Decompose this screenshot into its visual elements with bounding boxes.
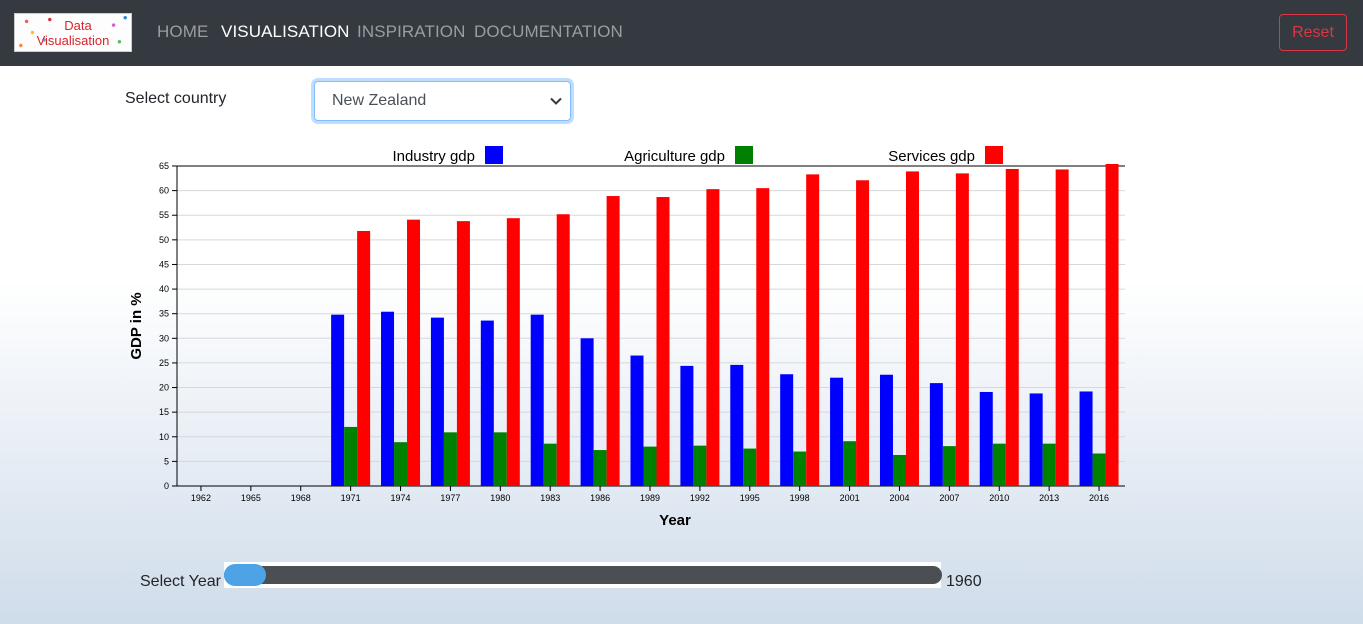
- year-slider-track[interactable]: [224, 566, 942, 584]
- bar-industry-gdp: [879, 374, 893, 486]
- bar-services-gdp: [806, 174, 820, 486]
- y-tick-label: 0: [164, 481, 169, 491]
- bar-services-gdp: [506, 218, 520, 486]
- x-tick-label: 1983: [540, 493, 560, 503]
- bar-industry-gdp: [730, 364, 744, 486]
- y-axis-label: GDP in %: [128, 292, 145, 359]
- y-tick-label: 45: [159, 259, 169, 269]
- y-tick-label: 65: [159, 161, 169, 171]
- bar-agriculture-gdp: [1042, 443, 1056, 486]
- legend-label: Industry gdp: [392, 148, 475, 165]
- bar-services-gdp: [1055, 169, 1069, 486]
- y-tick-label: 25: [159, 358, 169, 368]
- bar-services-gdp: [407, 219, 421, 486]
- y-tick-label: 30: [159, 333, 169, 343]
- bar-agriculture-gdp: [1092, 453, 1106, 486]
- bar-services-gdp: [955, 173, 969, 486]
- legend-label: Agriculture gdp: [624, 148, 725, 165]
- year-label: Select Year: [140, 573, 221, 590]
- bar-industry-gdp: [979, 391, 993, 486]
- year-slider-thumb[interactable]: [224, 564, 266, 586]
- bar-industry-gdp: [830, 377, 844, 486]
- x-tick-label: 1971: [341, 493, 361, 503]
- x-tick-label: 1986: [590, 493, 610, 503]
- bar-industry-gdp: [1029, 393, 1043, 486]
- x-tick-label: 2010: [989, 493, 1009, 503]
- bar-agriculture-gdp: [992, 443, 1006, 486]
- bar-services-gdp: [756, 188, 770, 486]
- bar-agriculture-gdp: [843, 441, 857, 486]
- year-value: 1960: [946, 573, 982, 590]
- x-tick-label: 1992: [690, 493, 710, 503]
- x-tick-label: 1968: [291, 493, 311, 503]
- bar-services-gdp: [856, 180, 870, 486]
- legend-swatch: [735, 146, 753, 164]
- y-tick-label: 35: [159, 309, 169, 319]
- bar-industry-gdp: [480, 320, 494, 486]
- x-tick-label: 2013: [1039, 493, 1059, 503]
- bar-agriculture-gdp: [643, 446, 657, 486]
- bar-services-gdp: [706, 189, 720, 486]
- legend-swatch: [985, 146, 1003, 164]
- bar-services-gdp: [357, 230, 371, 486]
- y-tick-label: 15: [159, 407, 169, 417]
- x-tick-label: 1980: [490, 493, 510, 503]
- y-tick-label: 55: [159, 210, 169, 220]
- bar-industry-gdp: [430, 317, 444, 486]
- bar-industry-gdp: [381, 311, 395, 486]
- x-tick-label: 1965: [241, 493, 261, 503]
- bar-agriculture-gdp: [743, 448, 757, 486]
- bar-agriculture-gdp: [344, 426, 358, 486]
- bar-industry-gdp: [1079, 391, 1093, 486]
- bar-agriculture-gdp: [942, 446, 956, 486]
- bar-agriculture-gdp: [793, 451, 807, 486]
- bar-industry-gdp: [780, 374, 794, 486]
- x-tick-label: 2004: [889, 493, 909, 503]
- legend-label: Services gdp: [888, 148, 975, 165]
- gdp-bar-chart: 0 5 10 15 20 25 30 35 40 45 50 55 60 65 1962 1965 1968 19…: [128, 146, 1125, 529]
- y-tick-label: 10: [159, 432, 169, 442]
- y-tick-label: 5: [164, 456, 169, 466]
- bar-agriculture-gdp: [543, 443, 557, 486]
- bar-services-gdp: [456, 221, 470, 486]
- bar-services-gdp: [1105, 164, 1119, 486]
- y-tick-label: 40: [159, 284, 169, 294]
- bar-services-gdp: [905, 171, 919, 486]
- bar-industry-gdp: [580, 338, 594, 486]
- x-axis-label: Year: [659, 512, 691, 529]
- bar-industry-gdp: [680, 365, 694, 486]
- x-tick-label: 2007: [939, 493, 959, 503]
- x-tick-label: 1974: [391, 493, 411, 503]
- x-tick-label: 2016: [1089, 493, 1109, 503]
- bar-services-gdp: [606, 196, 620, 486]
- x-tick-label: 2001: [840, 493, 860, 503]
- bar-services-gdp: [656, 197, 670, 486]
- bar-agriculture-gdp: [394, 442, 408, 486]
- bar-services-gdp: [556, 214, 570, 486]
- bar-agriculture-gdp: [443, 432, 457, 486]
- bar-agriculture-gdp: [493, 432, 507, 486]
- legend-swatch: [485, 146, 503, 164]
- x-tick-label: 1977: [440, 493, 460, 503]
- y-tick-label: 50: [159, 235, 169, 245]
- x-tick-label: 1989: [640, 493, 660, 503]
- x-tick-label: 1998: [790, 493, 810, 503]
- x-tick-label: 1962: [191, 493, 211, 503]
- bar-industry-gdp: [331, 314, 345, 486]
- bar-agriculture-gdp: [892, 454, 906, 486]
- bar-agriculture-gdp: [593, 450, 607, 486]
- bar-industry-gdp: [929, 383, 943, 486]
- bar-industry-gdp: [630, 355, 644, 486]
- bar-agriculture-gdp: [693, 445, 707, 486]
- y-tick-label: 20: [159, 383, 169, 393]
- bar-services-gdp: [1005, 168, 1019, 486]
- bar-industry-gdp: [530, 314, 544, 486]
- x-tick-label: 1995: [740, 493, 760, 503]
- y-tick-label: 60: [159, 186, 169, 196]
